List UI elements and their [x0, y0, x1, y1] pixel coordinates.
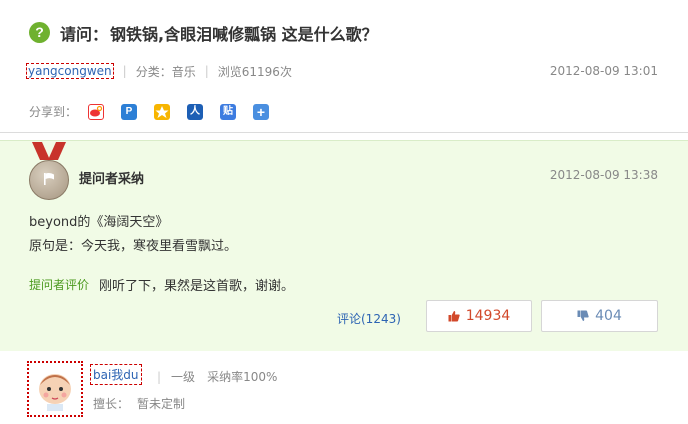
answerer-level: 一级 — [171, 370, 196, 384]
answer-text-line: beyond的《海阔天空》 — [29, 215, 169, 230]
avatar[interactable] — [27, 361, 83, 417]
qzone-icon[interactable]: P — [121, 103, 138, 120]
separator: | — [204, 64, 209, 78]
question-icon: ? — [29, 22, 50, 43]
comments-link[interactable]: 评论(1243) — [337, 310, 401, 327]
asker-link[interactable]: yangcongwen — [26, 63, 114, 79]
asker-eval-text: 刚听了下，果然是这首歌，谢谢。 — [99, 279, 295, 294]
view-count: 浏览61196次 — [217, 64, 292, 79]
answer-time: 2012-08-09 13:38 — [549, 168, 658, 182]
answerer-name-link[interactable]: bai我du — [90, 364, 142, 385]
thumbs-down-icon — [577, 310, 589, 321]
adopt-rate: 采纳率100% — [207, 370, 278, 384]
answer-text-line: 原句是：今天我，寒夜里看雪飘过。 — [29, 239, 238, 254]
question-time: 2012-08-09 13:01 — [549, 64, 658, 78]
answerer-meta: | 一级 采纳率100% — [147, 368, 277, 385]
separator: | — [157, 370, 162, 384]
adopted-label: 提问者采纳 — [79, 172, 145, 187]
separator: | — [122, 64, 127, 78]
baby-avatar-icon — [39, 374, 71, 411]
medal-icon — [29, 160, 69, 200]
expertise-label: 擅长： — [93, 397, 130, 411]
asker-eval-label: 提问者评价 — [29, 278, 90, 292]
renren-icon[interactable]: 人 — [187, 103, 204, 120]
tieba-icon[interactable]: 贴 — [220, 103, 237, 120]
downvote-count: 404 — [595, 308, 622, 324]
share-label: 分享到： — [29, 105, 78, 119]
weibo-icon[interactable] — [88, 103, 105, 120]
thumbs-up-icon — [448, 311, 460, 322]
divider — [0, 132, 688, 133]
question-prefix: 请问： — [60, 25, 109, 44]
downvote-button[interactable]: 404 — [541, 300, 658, 332]
upvote-count: 14934 — [465, 308, 511, 324]
category-text[interactable]: 分类：音乐 — [136, 63, 196, 80]
question-title: 钢铁锅,含眼泪喊修瓢锅 这是什么歌？ — [110, 25, 378, 44]
expertise-value: 暂未定制 — [137, 397, 186, 411]
tqq-icon[interactable] — [154, 103, 171, 120]
share-bar: 分享到： P 人 贴 + — [29, 103, 286, 120]
question-meta: yangcongwen | 分类：音乐 | 浏览61196次 — [26, 61, 292, 81]
medal-ribbon-icon — [32, 142, 66, 160]
upvote-button[interactable]: 14934 — [426, 300, 532, 332]
more-share-icon[interactable]: + — [253, 103, 270, 120]
expertise: 擅长： 暂未定制 — [93, 395, 185, 412]
flag-icon — [44, 172, 54, 185]
